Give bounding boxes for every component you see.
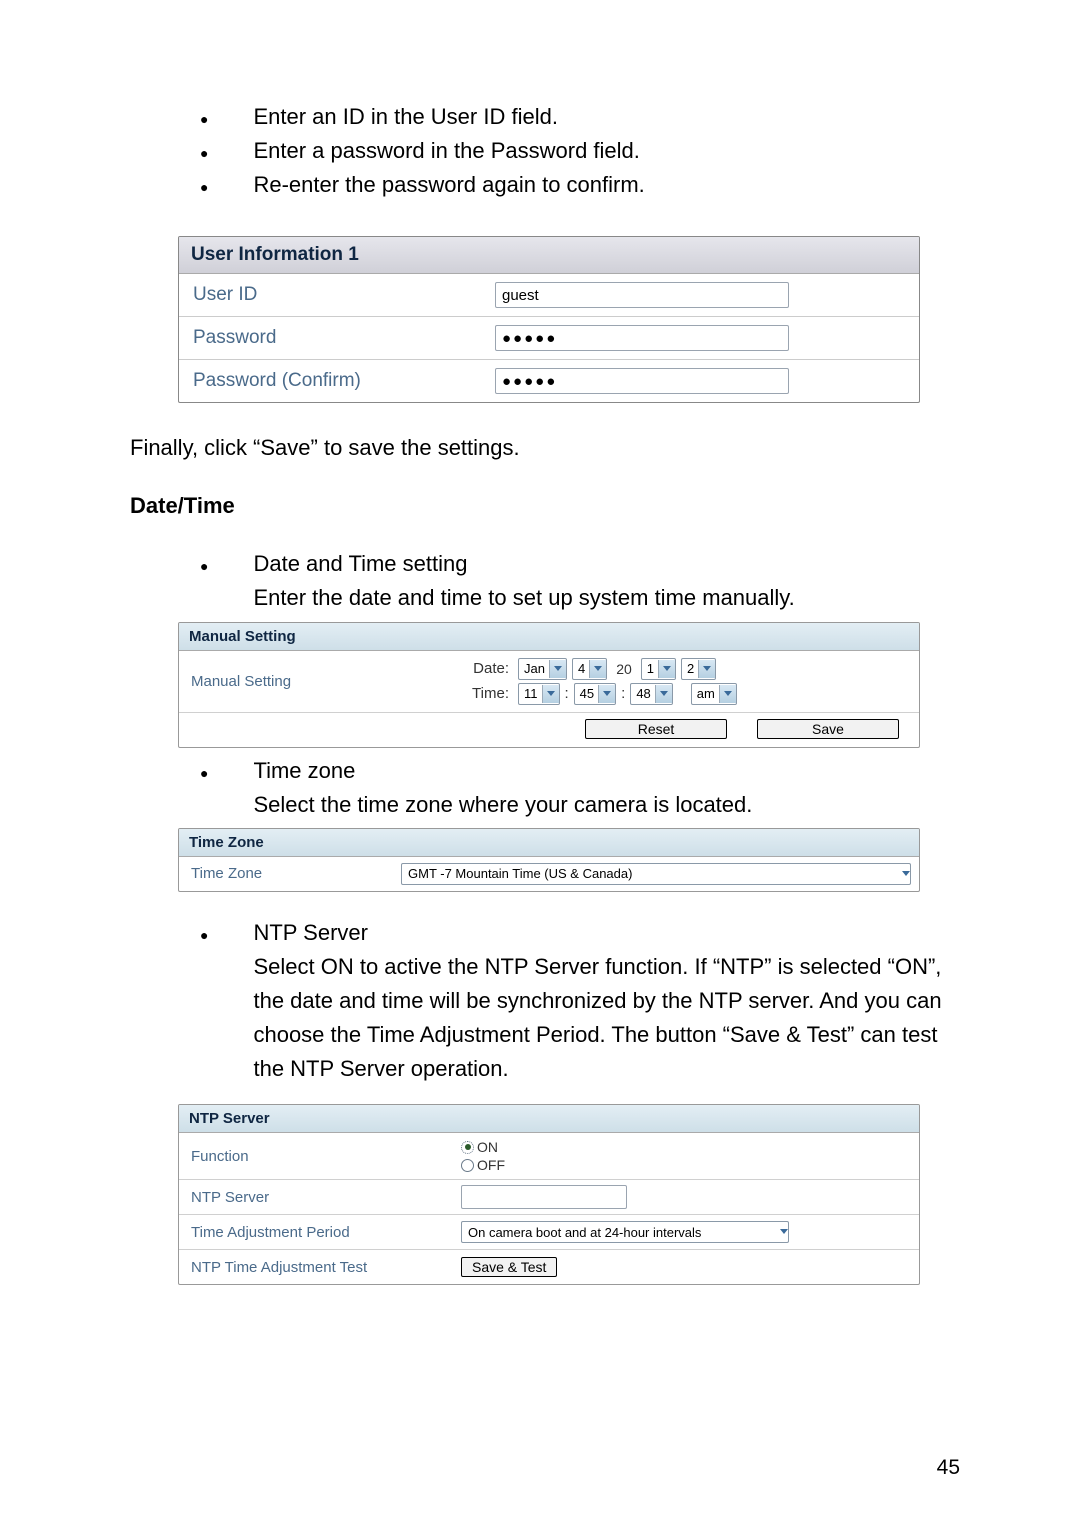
chevron-down-icon	[598, 685, 615, 703]
save-test-button[interactable]: Save & Test	[461, 1257, 557, 1277]
save-button[interactable]: Save	[757, 719, 899, 739]
year-prefix: 20	[612, 661, 636, 677]
bullet-desc: Enter the date and time to set up system…	[253, 581, 794, 615]
button-row: Reset Save	[179, 713, 919, 747]
period-value: On camera boot and at 24-hour intervals	[468, 1225, 701, 1240]
month-select[interactable]: Jan	[518, 658, 567, 680]
bullet-item: ● Enter an ID in the User ID field.	[200, 100, 970, 134]
panel-header: Time Zone	[179, 829, 919, 857]
bullet-title: Time zone	[253, 754, 752, 788]
label-timezone: Time Zone	[179, 859, 393, 888]
radio-on-label: ON	[477, 1139, 498, 1155]
second-select[interactable]: 48	[630, 683, 672, 705]
chevron-down-icon	[780, 1229, 788, 1235]
panel-header: Manual Setting	[179, 623, 919, 651]
row-ntp-server: NTP Server	[179, 1180, 919, 1215]
chevron-down-icon	[589, 660, 606, 678]
label-test: NTP Time Adjustment Test	[179, 1253, 453, 1282]
timezone-select[interactable]: GMT -7 Mountain Time (US & Canada)	[401, 863, 911, 885]
radio-off-label: OFF	[477, 1157, 505, 1173]
label-user-id: User ID	[179, 277, 487, 313]
bullet-text: Enter an ID in the User ID field.	[253, 100, 557, 134]
period-select[interactable]: On camera boot and at 24-hour intervals	[461, 1221, 789, 1243]
label-period: Time Adjustment Period	[179, 1218, 453, 1247]
time-key: Time:	[461, 685, 513, 702]
row-test: NTP Time Adjustment Test Save & Test	[179, 1250, 919, 1284]
row-user-id: User ID	[179, 274, 919, 317]
reset-button[interactable]: Reset	[585, 719, 727, 739]
heading-date-time: Date/Time	[130, 493, 970, 519]
bullet-text: Enter a password in the Password field.	[253, 134, 639, 168]
ampm-value: am	[697, 686, 715, 701]
ntp-server-panel: NTP Server Function ON OFF NTP Server Ti…	[178, 1104, 920, 1285]
minute-select[interactable]: 45	[574, 683, 616, 705]
label-password: Password	[179, 320, 487, 356]
second-value: 48	[636, 686, 650, 701]
bullet-dot: ●	[200, 177, 208, 199]
year-b-value: 2	[687, 661, 694, 676]
panel-header: NTP Server	[179, 1105, 919, 1133]
radio-icon	[461, 1141, 474, 1154]
chevron-down-icon	[542, 685, 559, 703]
bullet-text: Re-enter the password again to confirm.	[253, 168, 644, 202]
bullet-dot: ●	[200, 763, 208, 785]
row-timezone: Time Zone GMT -7 Mountain Time (US & Can…	[179, 857, 919, 891]
user-id-input[interactable]	[495, 282, 789, 308]
bullet-dot: ●	[200, 143, 208, 165]
chevron-down-icon	[549, 660, 566, 678]
chevron-down-icon	[902, 871, 910, 877]
year-a-select[interactable]: 1	[641, 658, 676, 680]
row-password: Password ●●●●●	[179, 317, 919, 360]
bullet-desc: Select ON to active the NTP Server funct…	[253, 950, 953, 1086]
password-confirm-input[interactable]: ●●●●●	[495, 368, 789, 394]
paragraph-save-note: Finally, click “Save” to save the settin…	[130, 431, 970, 465]
bullet-title: NTP Server	[253, 916, 953, 950]
hour-value: 11	[524, 686, 538, 701]
bullet-title: Date and Time setting	[253, 547, 794, 581]
label-manual-setting: Manual Setting	[179, 651, 453, 712]
label-password-confirm: Password (Confirm)	[179, 363, 487, 399]
bullet-item-ntp: ● NTP Server Select ON to active the NTP…	[200, 916, 970, 1086]
radio-on[interactable]: ON	[461, 1139, 498, 1155]
bullet-dot: ●	[200, 109, 208, 131]
day-value: 4	[578, 661, 585, 676]
label-function: Function	[179, 1142, 453, 1171]
bullet-dot: ●	[200, 556, 208, 578]
row-function: Function ON OFF	[179, 1133, 919, 1180]
row-password-confirm: Password (Confirm) ●●●●●	[179, 360, 919, 402]
password-input[interactable]: ●●●●●	[495, 325, 789, 351]
year-a-value: 1	[647, 661, 654, 676]
chevron-down-icon	[655, 685, 672, 703]
chevron-down-icon	[698, 660, 715, 678]
month-value: Jan	[524, 661, 545, 676]
ampm-select[interactable]: am	[691, 683, 737, 705]
hour-select[interactable]: 11	[518, 683, 560, 705]
year-b-select[interactable]: 2	[681, 658, 716, 680]
page-number: 45	[937, 1456, 960, 1480]
chevron-down-icon	[658, 660, 675, 678]
bullet-dot: ●	[200, 925, 208, 947]
timezone-panel: Time Zone Time Zone GMT -7 Mountain Time…	[178, 828, 920, 892]
row-period: Time Adjustment Period On camera boot an…	[179, 1215, 919, 1250]
chevron-down-icon	[719, 685, 736, 703]
bullet-item: ● Enter a password in the Password field…	[200, 134, 970, 168]
manual-setting-panel: Manual Setting Manual Setting Date: Jan …	[178, 622, 920, 748]
bullet-item-timezone: ● Time zone Select the time zone where y…	[200, 754, 970, 822]
radio-off[interactable]: OFF	[461, 1157, 505, 1173]
label-ntp-server: NTP Server	[179, 1183, 453, 1212]
day-select[interactable]: 4	[572, 658, 607, 680]
user-information-panel: User Information 1 User ID Password ●●●●…	[178, 236, 920, 403]
date-key: Date:	[461, 660, 513, 677]
minute-value: 45	[580, 686, 594, 701]
ntp-server-input[interactable]	[461, 1185, 627, 1209]
bullet-desc: Select the time zone where your camera i…	[253, 788, 752, 822]
panel-header: User Information 1	[179, 237, 919, 274]
colon: :	[621, 685, 625, 702]
radio-icon	[461, 1159, 474, 1172]
colon: :	[565, 685, 569, 702]
timezone-value: GMT -7 Mountain Time (US & Canada)	[408, 866, 632, 881]
bullet-item: ● Re-enter the password again to confirm…	[200, 168, 970, 202]
bullet-item-datetime: ● Date and Time setting Enter the date a…	[200, 547, 970, 615]
row-manual-setting: Manual Setting Date: Jan 4 20 1	[179, 651, 919, 713]
